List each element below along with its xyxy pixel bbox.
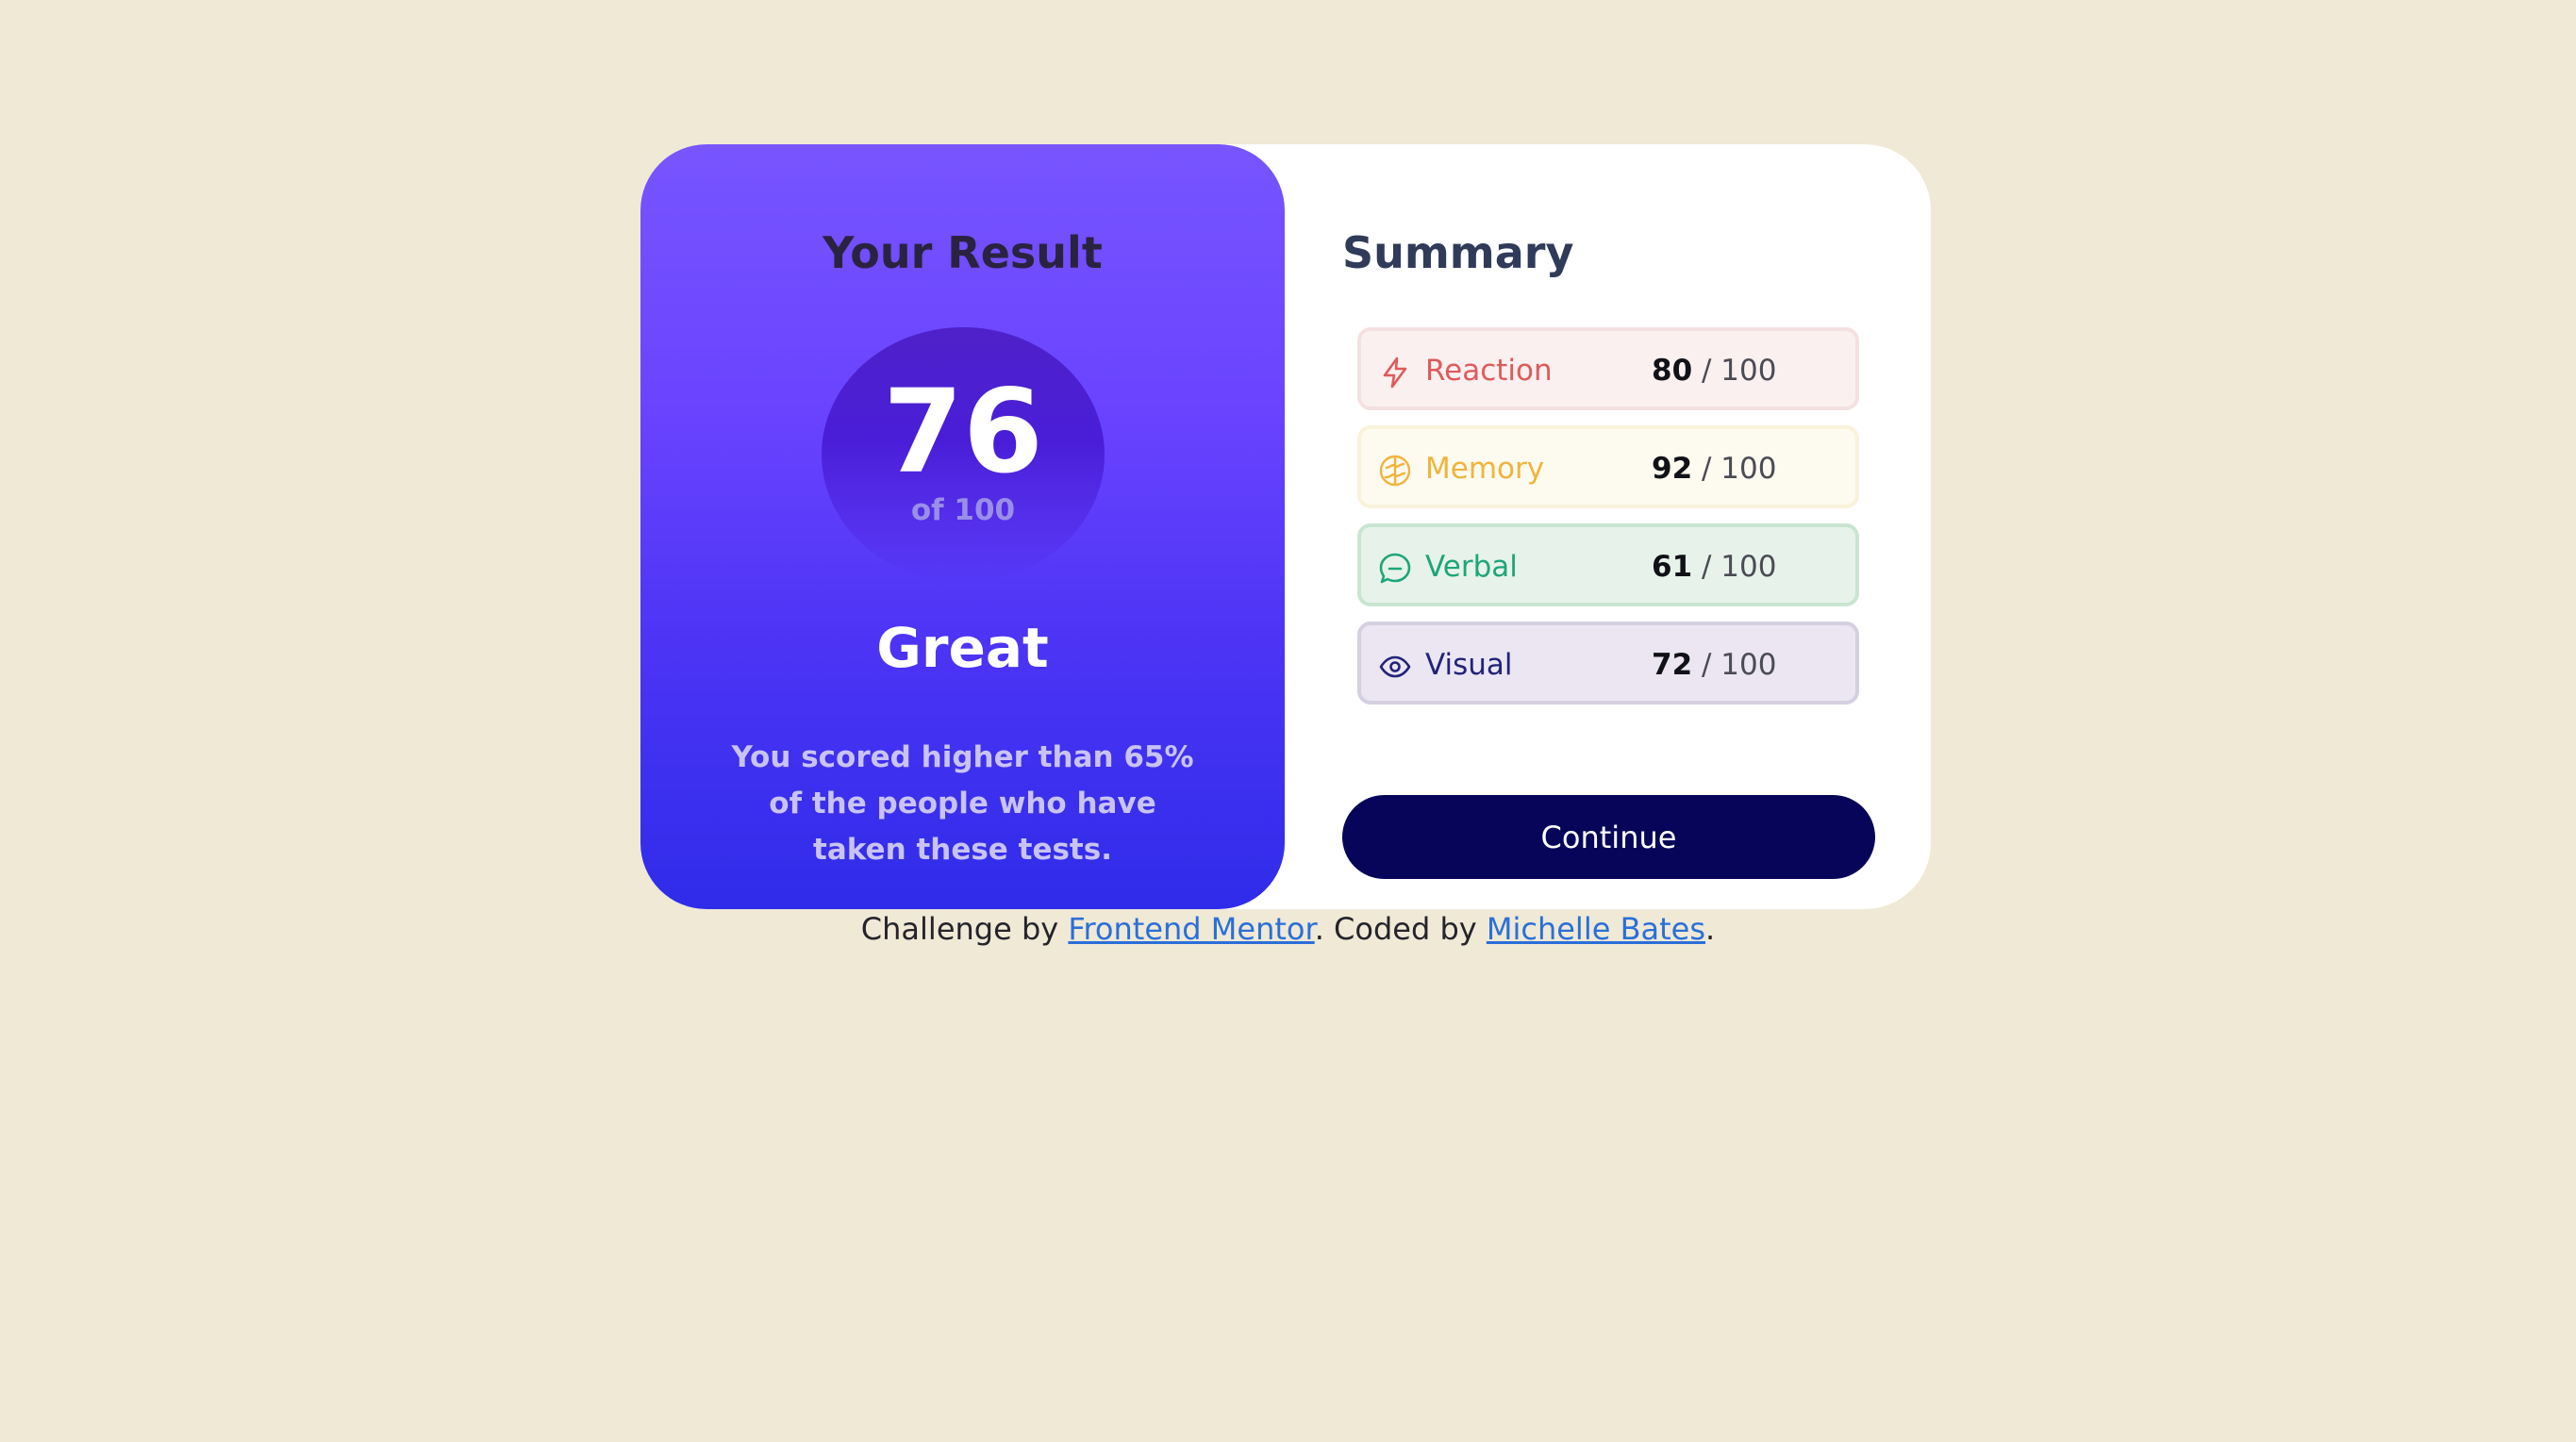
- summary-item-label: Memory: [1425, 452, 1545, 486]
- rating-label: Great: [876, 616, 1049, 680]
- summary-item-score: 92 / 100: [1652, 452, 1777, 486]
- summary-item-verbal: Verbal 61 / 100: [1357, 523, 1859, 606]
- lightning-icon: [1378, 356, 1412, 390]
- summary-item-score: 80 / 100: [1652, 354, 1777, 388]
- attribution-suffix: .: [1705, 911, 1716, 947]
- summary-item-score: 72 / 100: [1652, 648, 1777, 682]
- summary-item-memory: Memory 92 / 100: [1357, 425, 1859, 508]
- brain-icon: [1378, 454, 1412, 488]
- score-circle: 76 of 100: [822, 327, 1105, 582]
- attribution-middle: . Coded by: [1314, 911, 1477, 947]
- eye-icon: [1378, 650, 1412, 684]
- attribution: Challenge by Frontend Mentor. Coded by M…: [0, 911, 2576, 947]
- author-link[interactable]: Michelle Bates: [1487, 911, 1705, 947]
- summary-item-label: Verbal: [1425, 550, 1518, 584]
- summary-item-label: Visual: [1425, 648, 1513, 682]
- frontend-mentor-link[interactable]: Frontend Mentor: [1068, 911, 1314, 947]
- chat-bubble-icon: [1378, 552, 1412, 586]
- attribution-prefix: Challenge by: [860, 911, 1059, 947]
- summary-item-score: 61 / 100: [1652, 550, 1777, 584]
- score-value: 76: [883, 365, 1043, 499]
- continue-button[interactable]: Continue: [1342, 795, 1875, 879]
- result-description: You scored higher than 65% of the people…: [731, 740, 1194, 867]
- summary-title: Summary: [1342, 227, 1574, 278]
- results-card: Your Result 76 of 100 Great You scored h…: [640, 144, 1931, 909]
- summary-item-label: Reaction: [1425, 354, 1553, 388]
- summary-item-visual: Visual 72 / 100: [1357, 622, 1859, 704]
- result-panel: Your Result 76 of 100 Great You scored h…: [640, 144, 1285, 909]
- result-title: Your Result: [823, 227, 1103, 278]
- summary-item-reaction: Reaction 80 / 100: [1357, 327, 1859, 410]
- score-of-label: of 100: [910, 493, 1016, 527]
